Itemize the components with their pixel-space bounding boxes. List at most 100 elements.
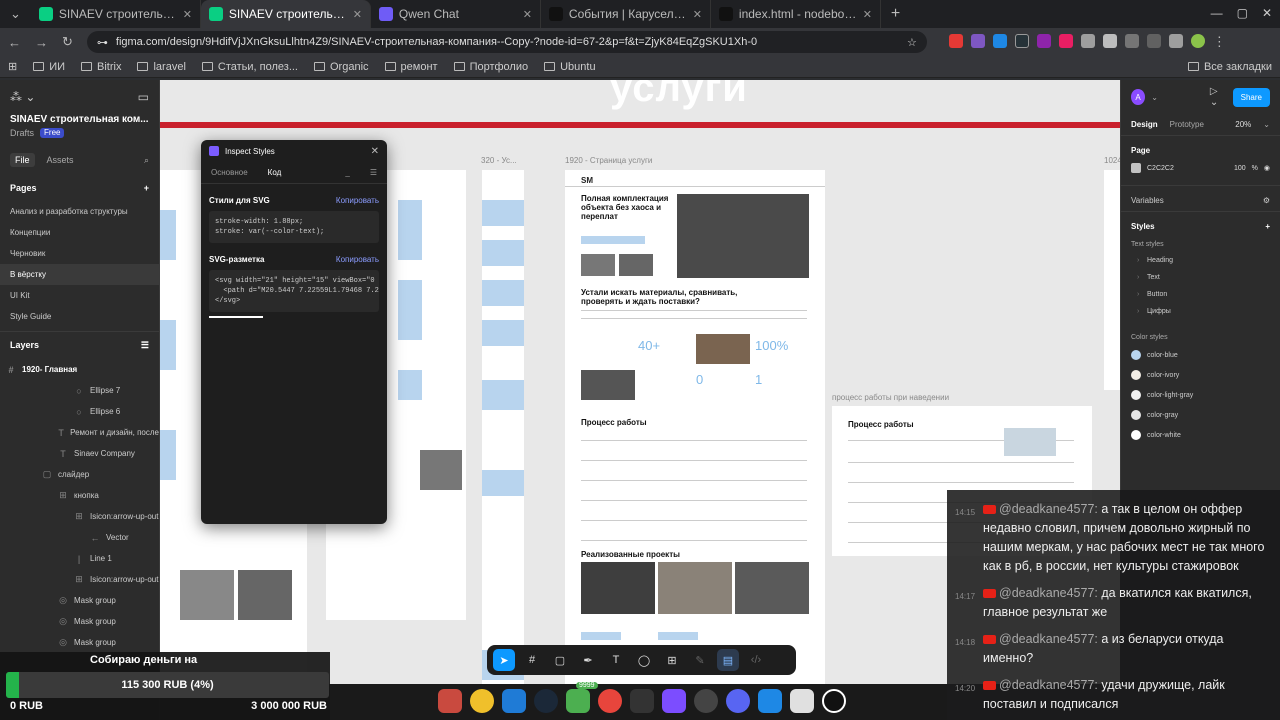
frame-label-1024[interactable]: 1024	[1104, 156, 1120, 165]
page-color-swatch[interactable]	[1131, 163, 1141, 173]
tab-prototype[interactable]: Prototype	[1170, 120, 1204, 129]
tab-list-icon[interactable]: ⌄	[0, 6, 31, 22]
page-opacity[interactable]: 100	[1234, 165, 1246, 172]
figma-menu-icon[interactable]: ⁂ ⌄	[10, 90, 35, 104]
music-app-icon[interactable]	[470, 689, 494, 713]
extension-icon[interactable]	[970, 34, 985, 48]
user-avatar[interactable]: A	[1131, 89, 1146, 105]
close-tab-icon[interactable]: ✕	[693, 8, 702, 21]
frame-1920-services[interactable]: SM Полная комплектация объекта без хаоса…	[565, 170, 825, 684]
pen-tool-icon[interactable]: ✒	[577, 649, 599, 671]
steam-app-icon[interactable]	[534, 689, 558, 713]
layer-row[interactable]: ○ Ellipse 7	[0, 380, 159, 401]
copy-css-button[interactable]: Копировать	[336, 196, 379, 205]
maximize-icon[interactable]: ▢	[1237, 6, 1248, 20]
present-icon[interactable]: ▷ ⌄	[1210, 86, 1227, 108]
adblock-extension-icon[interactable]	[948, 34, 963, 48]
sidebar-toggle-icon[interactable]: ▭	[138, 90, 149, 104]
back-icon[interactable]: ←	[8, 35, 21, 50]
close-window-icon[interactable]: ✕	[1262, 6, 1272, 20]
menu-icon[interactable]	[1146, 34, 1161, 48]
layer-row[interactable]: ⊞ Isicon:arrow-up-out	[0, 506, 159, 527]
color-style-item[interactable]: color-blue	[1121, 345, 1280, 365]
page-item[interactable]: Концепции	[0, 222, 159, 243]
site-info-icon[interactable]: ⊶	[97, 36, 108, 49]
layer-row[interactable]: ◎ Mask group	[0, 611, 159, 632]
drafts-label[interactable]: Drafts	[10, 128, 34, 138]
text-style-item[interactable]: Цифры	[1121, 303, 1280, 320]
messenger-app-icon[interactable]: 9999	[566, 682, 598, 713]
obsidian-app-icon[interactable]	[662, 689, 686, 713]
menu-icon[interactable]: ☰	[370, 168, 377, 177]
color-style-item[interactable]: color-light-gray	[1121, 385, 1280, 405]
text-style-item[interactable]: Text	[1121, 269, 1280, 286]
extension-icon[interactable]	[1036, 34, 1051, 48]
variables-heading[interactable]: Variables	[1131, 196, 1164, 205]
copy-svg-button[interactable]: Копировать	[336, 255, 379, 264]
chrome-app-icon[interactable]	[598, 689, 622, 713]
close-tab-icon[interactable]: ✕	[863, 8, 872, 21]
page-item[interactable]: Черновик	[0, 243, 159, 264]
chevron-down-icon[interactable]: ⌄	[1151, 93, 1158, 102]
bookmark-folder[interactable]: Ubuntu	[544, 61, 596, 73]
layer-row[interactable]: #1920- Главная	[0, 359, 159, 380]
tab-basic[interactable]: Основное	[211, 168, 248, 177]
add-style-icon[interactable]: +	[1265, 222, 1270, 231]
dev-mode-icon[interactable]: ▤	[717, 649, 739, 671]
add-page-icon[interactable]: +	[144, 183, 149, 193]
layer-row[interactable]: T Ремонт и дизайн, после	[0, 422, 159, 443]
frame-tool-icon[interactable]: #	[521, 649, 543, 671]
tab-design[interactable]: Design	[1131, 120, 1158, 129]
phpstorm-app-icon[interactable]	[502, 689, 526, 713]
scrollbar[interactable]	[209, 316, 263, 318]
frame-label-320[interactable]: 320 - Ус...	[481, 156, 517, 165]
layer-row[interactable]: | Line 1	[0, 548, 159, 569]
color-style-item[interactable]: color-ivory	[1121, 365, 1280, 385]
more-icon[interactable]: ⋮	[1213, 34, 1226, 50]
variables-icon[interactable]: ⚙	[1263, 196, 1270, 205]
puzzle-icon[interactable]	[1124, 34, 1139, 48]
frame-label-1920[interactable]: 1920 - Страница услуги	[565, 156, 652, 165]
page-item[interactable]: Style Guide	[0, 306, 159, 327]
search-icon[interactable]: ⌕	[144, 155, 149, 166]
frame-label-process-hover[interactable]: процесс работы при наведении	[832, 393, 949, 402]
code-icon[interactable]: ‹/›	[745, 649, 767, 671]
new-tab-button[interactable]: +	[881, 5, 910, 23]
tab-assets[interactable]: Assets	[47, 155, 74, 165]
browser-tab[interactable]: index.html - nodebox - C ✕	[711, 0, 881, 28]
frame-320[interactable]	[482, 170, 524, 684]
text-style-item[interactable]: Heading	[1121, 252, 1280, 269]
apps-grid-icon[interactable]: ⊞	[8, 60, 17, 73]
move-tool-icon[interactable]: ➤	[493, 649, 515, 671]
profile-avatar[interactable]	[1190, 34, 1205, 48]
close-tab-icon[interactable]: ✕	[523, 8, 532, 21]
browser-tab[interactable]: События | Карусель Эм ✕	[541, 0, 711, 28]
zoom-level[interactable]: 20%	[1235, 120, 1251, 129]
tab-file[interactable]: File	[10, 153, 35, 167]
page-item[interactable]: В вёрстку	[0, 264, 159, 285]
reload-icon[interactable]: ↻	[62, 34, 73, 50]
bookmark-star-icon[interactable]: ☆	[907, 36, 917, 49]
all-bookmarks-button[interactable]: Все закладки	[1187, 61, 1272, 73]
color-style-item[interactable]: color-white	[1121, 425, 1280, 445]
obs-app-icon[interactable]	[822, 689, 846, 713]
collapse-layers-icon[interactable]: ☰	[141, 340, 149, 351]
bookmark-folder[interactable]: Статьи, полез...	[201, 61, 298, 73]
actions-tool-icon[interactable]: ⊞	[661, 649, 683, 671]
files-app-icon[interactable]	[438, 689, 462, 713]
css-code-block[interactable]: stroke-width: 1.88px; stroke: var(--colo…	[209, 211, 379, 243]
frame-1024-partial[interactable]	[1104, 170, 1120, 390]
minimize-icon[interactable]: _	[345, 168, 349, 177]
close-icon[interactable]: ✕	[371, 146, 379, 157]
discord-app-icon[interactable]	[726, 689, 750, 713]
bookmark-folder[interactable]: Organic	[314, 61, 369, 73]
extension-icon[interactable]	[992, 34, 1007, 48]
layer-row[interactable]: ◎ Mask group	[0, 632, 159, 653]
bookmark-folder[interactable]: ремонт	[384, 61, 438, 73]
vscode-app-icon[interactable]	[758, 689, 782, 713]
browser-tab[interactable]: SINAEV строительная ко ✕	[200, 0, 371, 28]
extension-icon[interactable]	[1058, 34, 1073, 48]
layer-row[interactable]: ← Vector	[0, 527, 159, 548]
rectangle-tool-icon[interactable]: ▢	[549, 649, 571, 671]
layer-row[interactable]: ⊞ кнопка	[0, 485, 159, 506]
